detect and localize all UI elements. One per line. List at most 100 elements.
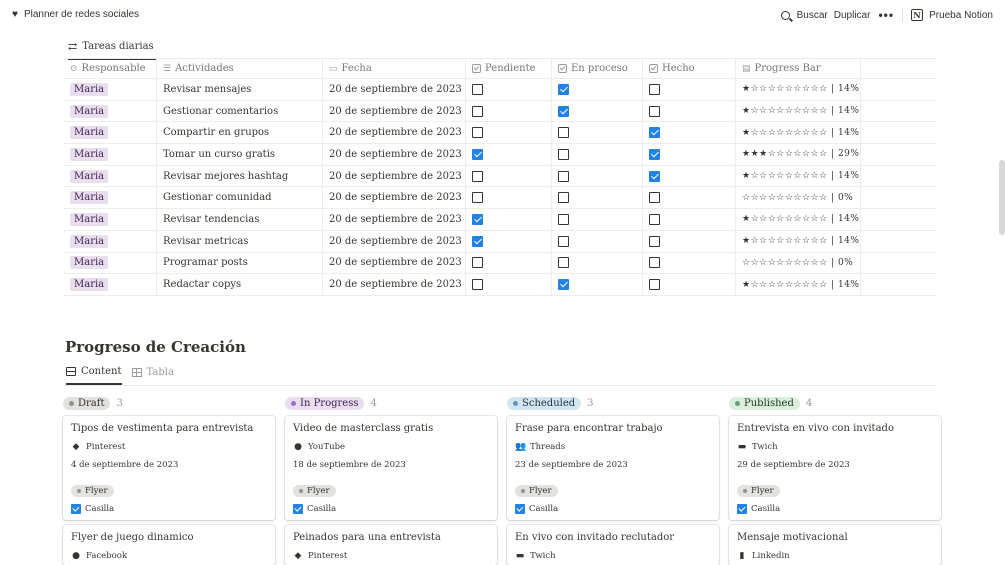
pendiente-checkbox[interactable] (472, 148, 483, 160)
cell-fecha[interactable]: 20 de septiembre de 2023 (323, 79, 466, 100)
hecho-checkbox[interactable] (649, 170, 660, 182)
pendiente-checkbox[interactable] (472, 105, 483, 117)
column-header-fecha[interactable]: ▭ Fecha (323, 59, 466, 78)
page-breadcrumb[interactable]: ♥ Planner de redes sociales (12, 9, 139, 20)
table-row[interactable]: Maria Revisar mejores hashtag 20 de septie… (64, 165, 936, 188)
cell-fecha[interactable]: 20 de septiembre de 2023 (323, 209, 466, 230)
tab-tareas-diarias[interactable]: ⇄ Tareas diarias (68, 38, 156, 60)
cell-fecha[interactable]: 20 de septiembre de 2023 (323, 165, 466, 187)
cell-fecha[interactable]: 20 de septiembre de 2023 (323, 187, 466, 209)
cell-fecha[interactable]: 20 de septiembre de 2023 (323, 144, 466, 165)
cell-fecha[interactable]: 20 de septiembre de 2023 (323, 100, 466, 122)
content-card[interactable]: Video de masterclass gratis ● YouTube 18… (285, 416, 497, 520)
person-tag[interactable]: Maria (70, 191, 109, 205)
status-pill[interactable]: Published (729, 396, 800, 410)
cell-actividad[interactable]: Programar posts (157, 252, 323, 274)
more-options-icon[interactable]: ••• (878, 8, 894, 22)
cell-actividad[interactable]: Revisar tendencias (157, 209, 323, 230)
person-tag[interactable]: Maria (70, 169, 109, 183)
pendiente-checkbox[interactable] (472, 257, 483, 269)
hecho-checkbox[interactable] (649, 279, 660, 291)
en-proceso-checkbox[interactable] (558, 192, 569, 204)
en-proceso-checkbox[interactable] (558, 213, 569, 225)
pendiente-checkbox[interactable] (472, 170, 483, 182)
pendiente-checkbox[interactable] (472, 279, 483, 291)
card-checkbox[interactable]: Casilla (71, 504, 267, 514)
status-pill[interactable]: Draft (63, 396, 111, 410)
cell-actividad[interactable]: Gestionar comentarios (157, 100, 323, 122)
content-card[interactable]: Mensaje motivacional ▮ Linkedin (729, 525, 941, 565)
status-pill[interactable]: In Progress (285, 396, 365, 410)
card-checkbox[interactable]: Casilla (515, 504, 711, 514)
person-tag[interactable]: Maria (70, 212, 109, 226)
cell-actividad[interactable]: Revisar mejores hashtag (157, 165, 323, 187)
cell-actividad[interactable]: Gestionar comunidad (157, 187, 323, 209)
content-card[interactable]: Frase para encontrar trabajo 👥 Threads 2… (507, 416, 719, 520)
cell-actividad[interactable]: Tomar un curso gratis (157, 144, 323, 165)
table-row[interactable]: Maria Revisar tendencias 20 de septiembre … (64, 209, 936, 231)
en-proceso-checkbox[interactable] (558, 235, 569, 247)
person-tag[interactable]: Maria (70, 126, 109, 140)
pendiente-checkbox[interactable] (472, 192, 483, 204)
en-proceso-checkbox[interactable] (558, 127, 569, 139)
hecho-checkbox[interactable] (649, 235, 660, 247)
hecho-checkbox[interactable] (649, 127, 660, 139)
tab-tabla[interactable]: Tabla (131, 366, 174, 385)
table-row[interactable]: Maria Tomar un curso gratis 20 de septiemb… (64, 144, 936, 166)
page-scrollbar[interactable] (999, 160, 1005, 235)
cell-actividad[interactable]: Revisar metricas (157, 230, 323, 252)
card-checkbox[interactable]: Casilla (293, 504, 489, 514)
hecho-checkbox[interactable] (649, 148, 660, 160)
cell-fecha[interactable]: 20 de septiembre de 2023 (323, 122, 466, 144)
cell-fecha[interactable]: 20 de septiembre de 2023 (323, 230, 466, 252)
person-tag[interactable]: Maria (70, 278, 109, 292)
table-row[interactable]: Maria Revisar metricas 20 de septiembre de… (64, 230, 936, 253)
content-card[interactable]: Flyer de juego dinamico ● Facebook (63, 525, 275, 565)
cell-actividad[interactable]: Compartir en grupos (157, 122, 323, 144)
person-tag[interactable]: Maria (70, 256, 109, 270)
person-tag[interactable]: Maria (70, 147, 109, 161)
tab-content[interactable]: Content (66, 366, 122, 385)
table-row[interactable]: Maria Revisar mensajes 20 de septiembre de… (64, 79, 936, 101)
column-header-actividades[interactable]: ☰ Actividades (157, 59, 323, 78)
table-row[interactable]: Maria Gestionar comentarios 20 de septiemb… (64, 100, 936, 123)
pendiente-checkbox[interactable] (472, 213, 483, 225)
duplicate-button[interactable]: Duplicar (834, 10, 871, 21)
cell-actividad[interactable]: Redactar copys (157, 274, 323, 295)
status-pill[interactable]: Scheduled (507, 396, 582, 410)
en-proceso-checkbox[interactable] (558, 83, 569, 95)
table-row[interactable]: Maria Redactar copys 20 de septiembre de 2… (64, 274, 936, 296)
en-proceso-checkbox[interactable] (558, 148, 569, 160)
en-proceso-checkbox[interactable] (558, 279, 569, 291)
hecho-checkbox[interactable] (649, 192, 660, 204)
cell-actividad[interactable]: Revisar mensajes (157, 79, 323, 100)
table-row[interactable]: Maria Compartir en grupos 20 de septiembre… (64, 122, 936, 145)
column-header-responsable[interactable]: ⊙ Responsable (64, 59, 157, 78)
content-card[interactable]: Entrevista en vivo con invitado ▬ Twich … (729, 416, 941, 520)
try-notion-button[interactable]: Prueba Notion (929, 10, 993, 21)
person-tag[interactable]: Maria (70, 234, 109, 248)
content-card[interactable]: Peinados para una entrevista ◆ Pinterest (285, 525, 497, 565)
cell-fecha[interactable]: 20 de septiembre de 2023 (323, 252, 466, 274)
person-tag[interactable]: Maria (70, 104, 109, 118)
table-row[interactable]: Maria Programar posts 20 de septiembre de … (64, 252, 936, 275)
pendiente-checkbox[interactable] (472, 127, 483, 139)
table-row[interactable]: Maria Gestionar comunidad 20 de septiembre… (64, 187, 936, 210)
column-header-progress[interactable]: ▤ Progress Bar (736, 59, 861, 78)
search-button[interactable]: Buscar (780, 10, 828, 21)
en-proceso-checkbox[interactable] (558, 257, 569, 269)
en-proceso-checkbox[interactable] (558, 105, 569, 117)
pendiente-checkbox[interactable] (472, 235, 483, 247)
card-checkbox[interactable]: Casilla (737, 504, 933, 514)
content-card[interactable]: En vivo con invitado reclutador ▬ Twich (507, 525, 719, 565)
hecho-checkbox[interactable] (649, 213, 660, 225)
column-header-en-proceso[interactable]: En proceso (552, 59, 643, 78)
pendiente-checkbox[interactable] (472, 83, 483, 95)
column-header-pendiente[interactable]: Pendiente (466, 59, 552, 78)
person-tag[interactable]: Maria (70, 82, 109, 96)
en-proceso-checkbox[interactable] (558, 170, 569, 182)
content-card[interactable]: Tipos de vestimenta para entrevista ◆ Pi… (63, 416, 275, 520)
hecho-checkbox[interactable] (649, 105, 660, 117)
hecho-checkbox[interactable] (649, 83, 660, 95)
cell-fecha[interactable]: 20 de septiembre de 2023 (323, 274, 466, 295)
